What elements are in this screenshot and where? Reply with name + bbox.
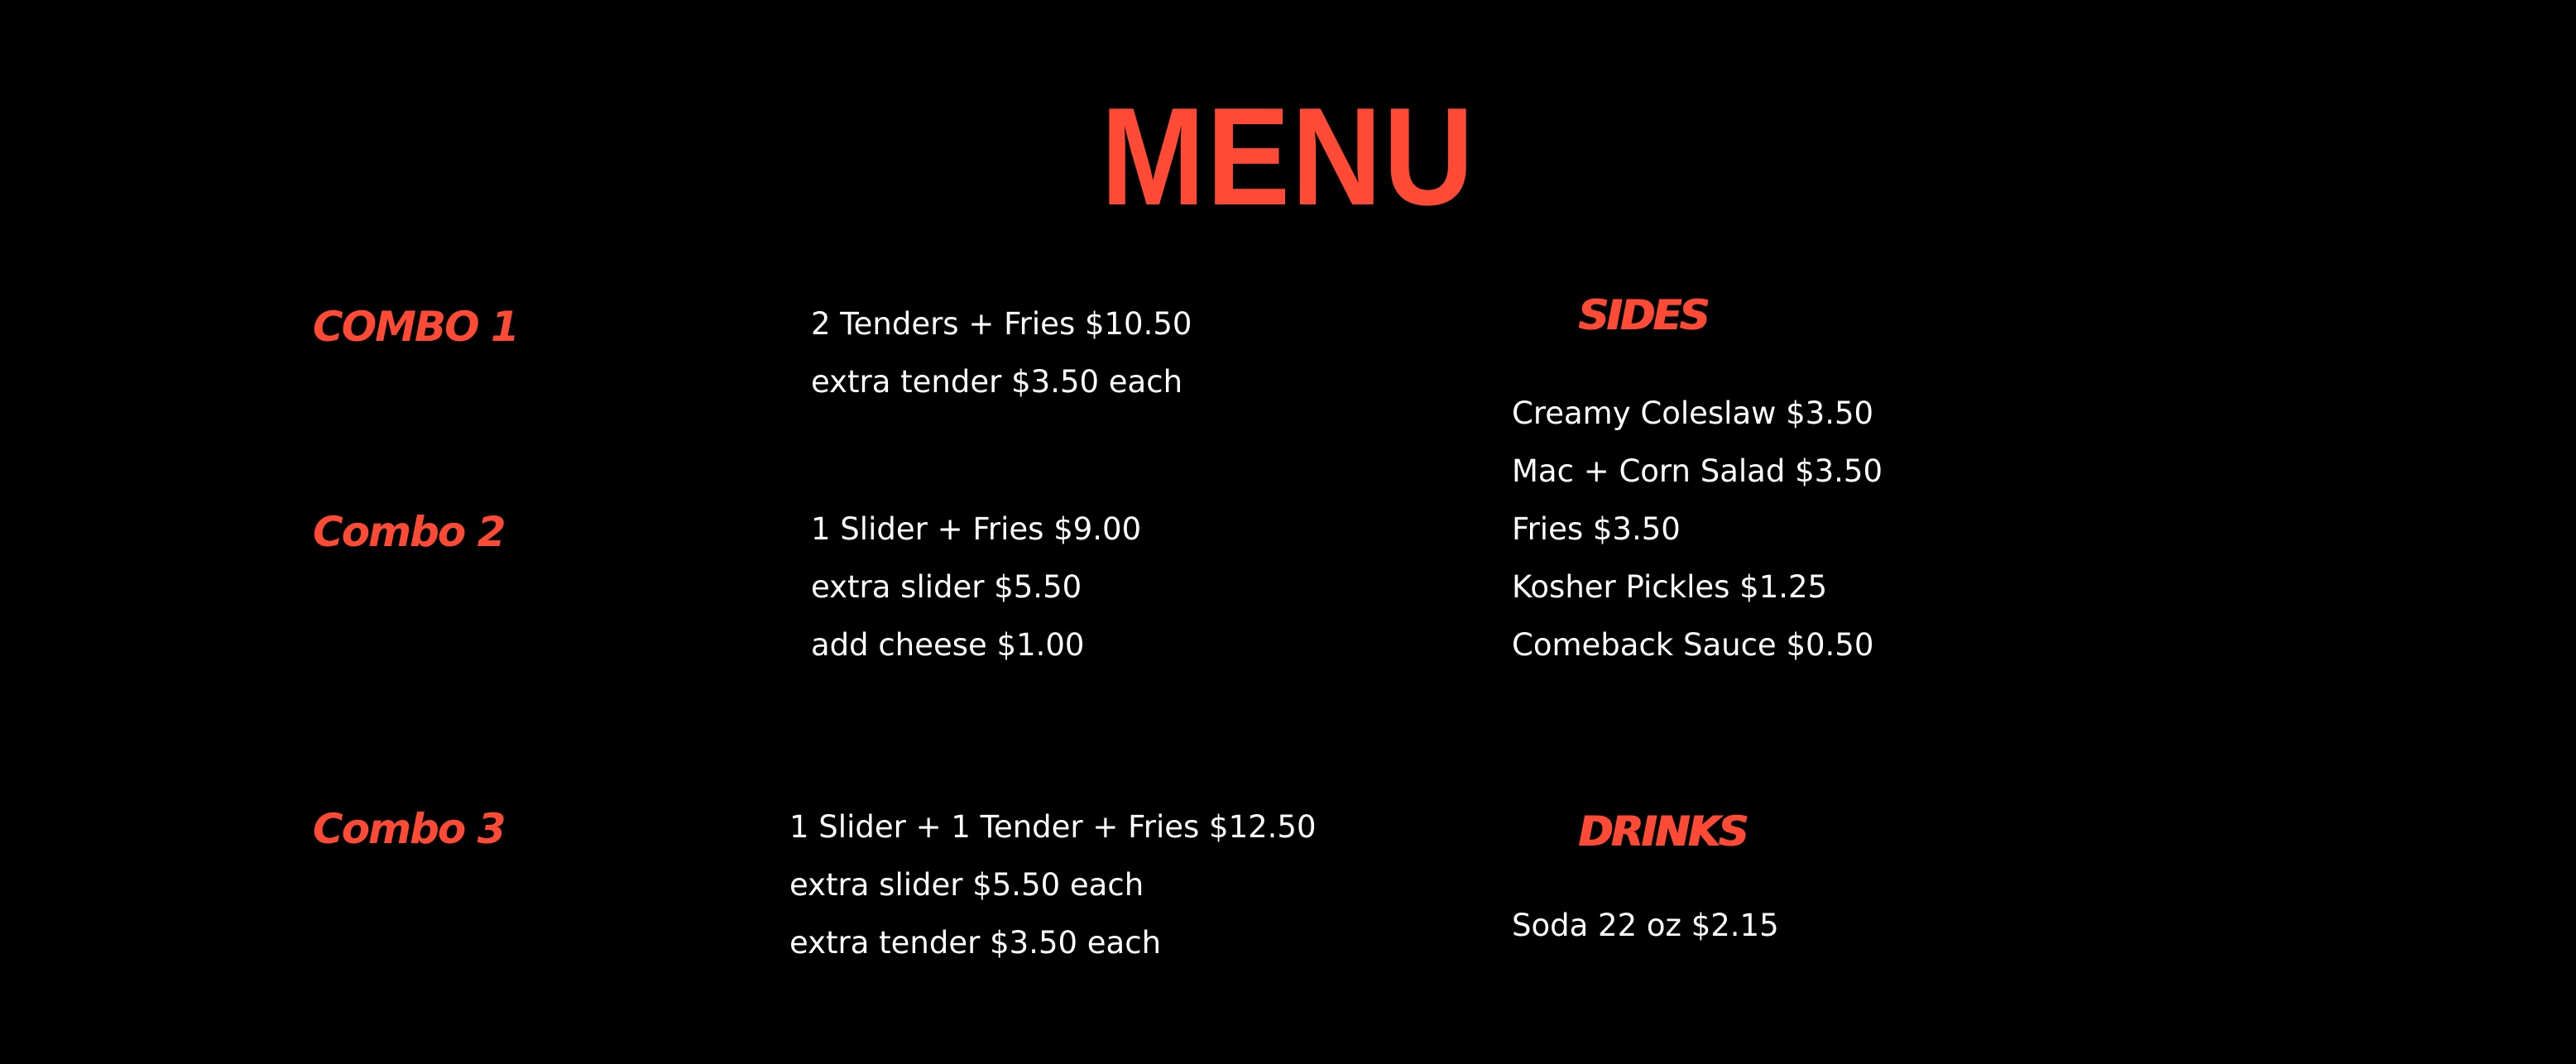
combo-1-items: 2 Tenders + Fries $10.50 extra tender $3… <box>811 295 1192 411</box>
sides-item: Fries $3.50 <box>1512 511 1681 547</box>
combo-1-item-2: extra tender $3.50 each <box>811 364 1183 400</box>
sides-item: Comeback Sauce $0.50 <box>1512 627 1874 663</box>
drinks-list: Soda 22 oz $2.15 <box>1512 897 1779 955</box>
drinks-item: Soda 22 oz $2.15 <box>1512 908 1779 943</box>
combo-3-item-1: 1 Slider + 1 Tender + Fries $12.50 <box>789 809 1317 845</box>
combo-1-item-1: 2 Tenders + Fries $10.50 <box>811 306 1192 342</box>
combo-3-items: 1 Slider + 1 Tender + Fries $12.50 extra… <box>789 798 1317 972</box>
combo-2-name: Combo 2 <box>313 508 506 556</box>
combo-3-item-3: extra tender $3.50 each <box>789 925 1162 961</box>
sides-item: Mac + Corn Salad $3.50 <box>1512 453 1883 489</box>
sides-item: Creamy Coleslaw $3.50 <box>1512 395 1874 431</box>
combo-1-name: COMBO 1 <box>313 303 520 351</box>
combo-2-items: 1 Slider + Fries $9.00 extra slider $5.5… <box>811 501 1141 674</box>
sides-heading: SIDES <box>1578 291 1709 339</box>
sides-item: Kosher Pickles $1.25 <box>1512 569 1828 605</box>
sides-list: Creamy Coleslaw $3.50 Mac + Corn Salad $… <box>1512 385 1883 674</box>
combo-2-item-2: extra slider $5.50 <box>811 569 1082 605</box>
menu-title: MENU <box>1101 79 1475 234</box>
combo-2-item-3: add cheese $1.00 <box>811 627 1085 663</box>
combo-2-item-1: 1 Slider + Fries $9.00 <box>811 511 1142 547</box>
combo-3-item-2: extra slider $5.50 each <box>789 867 1144 903</box>
drinks-heading: DRINKS <box>1578 808 1748 856</box>
combo-3-name: Combo 3 <box>313 805 506 853</box>
